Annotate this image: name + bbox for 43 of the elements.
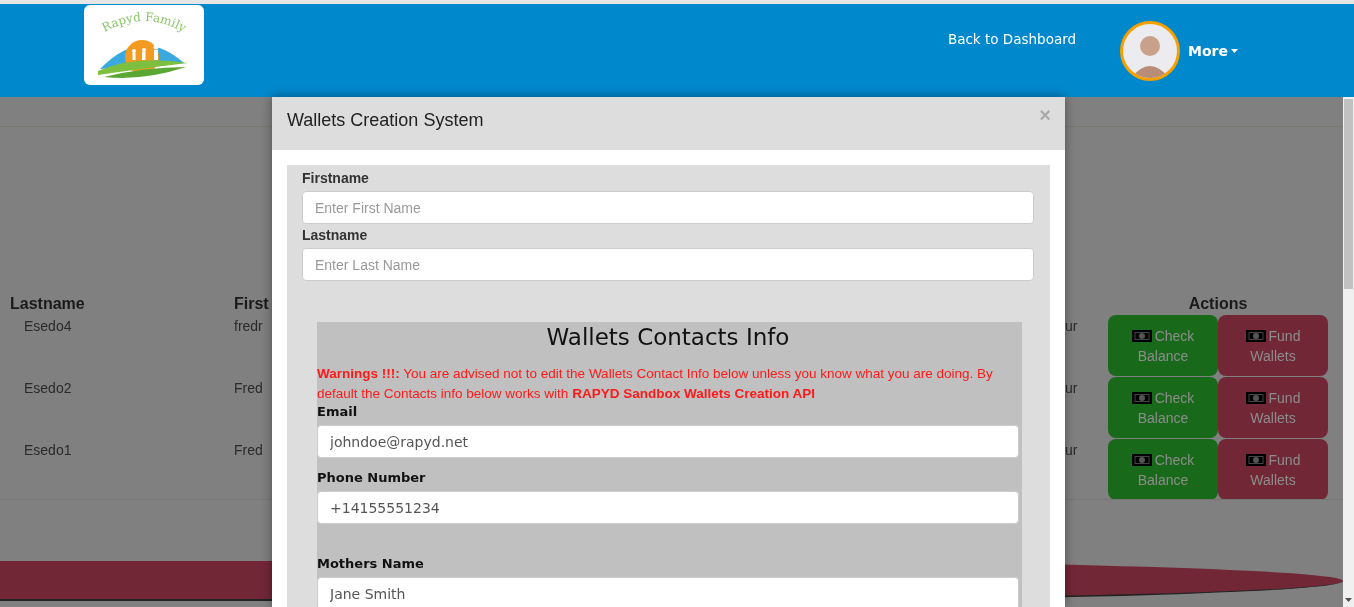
modal-title: Wallets Creation System <box>287 110 484 131</box>
column-header: Lastname <box>10 295 86 314</box>
banknote-icon <box>1245 453 1266 466</box>
banknote-icon <box>1131 329 1152 342</box>
scrollbar[interactable] <box>1343 97 1354 607</box>
table-cell: ur <box>1065 318 1078 334</box>
check-balance-button[interactable]: Check Balance <box>1108 439 1218 500</box>
field-label: Lastname <box>302 227 369 243</box>
banknote-icon <box>1131 453 1152 466</box>
fund-wallets-button[interactable]: Fund Wallets <box>1218 315 1328 376</box>
fund-wallets-button[interactable]: Fund Wallets <box>1218 439 1328 500</box>
check-balance-button[interactable]: Check Balance <box>1108 377 1218 438</box>
table-cell: Fred <box>234 380 263 396</box>
banknote-icon <box>1245 391 1266 404</box>
table-cell: Fred <box>234 442 263 458</box>
field-label: Phone Number <box>317 470 427 486</box>
section-heading: Wallets Contacts Info <box>545 323 791 352</box>
table-cell: ur <box>1065 442 1078 458</box>
banknote-icon <box>1245 329 1266 342</box>
table-cell: fredr <box>234 318 263 334</box>
input-field[interactable]: +14155551234 <box>317 491 1019 524</box>
banknote-icon <box>1131 391 1152 404</box>
input-field[interactable]: Jane Smith <box>317 577 1019 607</box>
caret-icon <box>1231 49 1238 53</box>
input-field[interactable]: Enter First Name <box>302 191 1034 224</box>
column-header: First <box>234 295 270 314</box>
field-label: Mothers Name <box>317 556 425 572</box>
table-cell: ur <box>1065 380 1078 396</box>
column-header: Actions <box>1187 295 1249 314</box>
back-to-dashboard-link[interactable]: Back to Dashboard <box>947 31 1077 47</box>
warning-text: Warnings !!!: You are advised not to edit the Wallets Contact Info below unless you know what you are doing. By default the Contacts info below works with RAPYD Sandbox Wallets Creation API <box>317 365 994 403</box>
table-cell: Esedo1 <box>24 442 72 458</box>
more-menu[interactable]: More <box>1188 43 1238 59</box>
field-label: Firstname <box>302 170 370 186</box>
input-field[interactable]: johndoe@rapyd.net <box>317 425 1019 458</box>
field-label: Email <box>317 404 359 420</box>
check-balance-button[interactable]: Check Balance <box>1108 315 1218 376</box>
scroll-down-icon[interactable] <box>1345 598 1352 602</box>
table-cell: Esedo4 <box>24 318 72 334</box>
table-cell: Esedo2 <box>24 380 72 396</box>
close-button[interactable]: × <box>1039 104 1051 127</box>
input-field[interactable]: Enter Last Name <box>302 248 1034 281</box>
fund-wallets-button[interactable]: Fund Wallets <box>1218 377 1328 438</box>
